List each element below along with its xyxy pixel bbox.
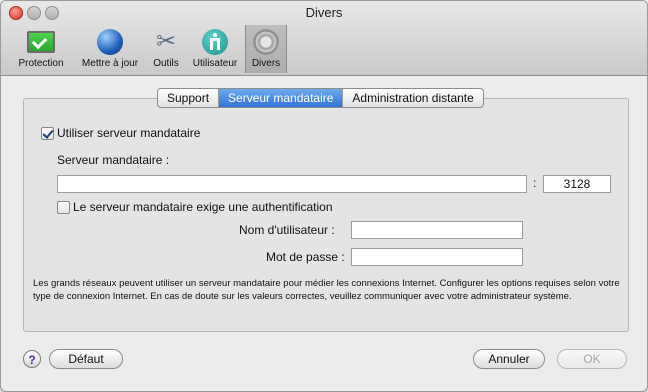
port-separator: : (533, 176, 537, 190)
auth-required-checkbox[interactable] (57, 201, 70, 214)
tab-proxy-server[interactable]: Serveur mandataire (219, 89, 344, 107)
user-icon (202, 29, 228, 55)
toolbar-item-tools[interactable]: ✂ Outils (147, 25, 185, 73)
preferences-window: Divers Protection Mettre à jour ✂ Outils… (0, 0, 648, 392)
toolbar-item-label: Utilisateur (192, 58, 238, 69)
default-button[interactable]: Défaut (49, 349, 123, 369)
toolbar-item-protection[interactable]: Protection (13, 25, 69, 73)
ok-button[interactable]: OK (557, 349, 627, 369)
toolbar-item-label: Mettre à jour (81, 58, 139, 69)
toolbar: Divers Protection Mettre à jour ✂ Outils… (1, 1, 647, 76)
toolbar-item-update[interactable]: Mettre à jour (75, 25, 145, 73)
password-input[interactable] (351, 248, 523, 266)
tab-bar: Support Serveur mandataire Administratio… (157, 88, 484, 108)
username-input[interactable] (351, 221, 523, 239)
tab-support[interactable]: Support (158, 89, 220, 107)
toolbar-item-label: Protection (18, 58, 64, 69)
proxy-help-text: Les grands réseaux peuvent utiliser un s… (33, 278, 620, 302)
proxy-server-input[interactable] (57, 175, 527, 193)
tab-remote-administration[interactable]: Administration distante (343, 89, 482, 107)
proxy-server-label: Serveur mandataire : (57, 153, 170, 167)
auth-required-label: Le serveur mandataire exige une authenti… (73, 200, 333, 214)
cancel-button[interactable]: Annuler (473, 349, 545, 369)
protection-check-icon (27, 31, 55, 53)
password-label: Mot de passe : (266, 250, 345, 264)
globe-update-icon (97, 29, 123, 55)
use-proxy-checkbox[interactable] (41, 127, 54, 140)
toolbar-item-label: Outils (153, 58, 179, 69)
gear-icon (253, 29, 279, 55)
tools-icon: ✂ (155, 28, 177, 55)
username-label: Nom d'utilisateur : (239, 223, 335, 237)
toolbar-item-label: Divers (251, 58, 281, 69)
proxy-port-input[interactable] (543, 175, 611, 193)
window-title: Divers (305, 5, 343, 20)
toolbar-item-user[interactable]: Utilisateur (187, 25, 243, 73)
toolbar-item-divers[interactable]: Divers (245, 25, 287, 73)
help-icon[interactable]: ? (23, 350, 41, 368)
use-proxy-label: Utiliser serveur mandataire (57, 126, 201, 140)
